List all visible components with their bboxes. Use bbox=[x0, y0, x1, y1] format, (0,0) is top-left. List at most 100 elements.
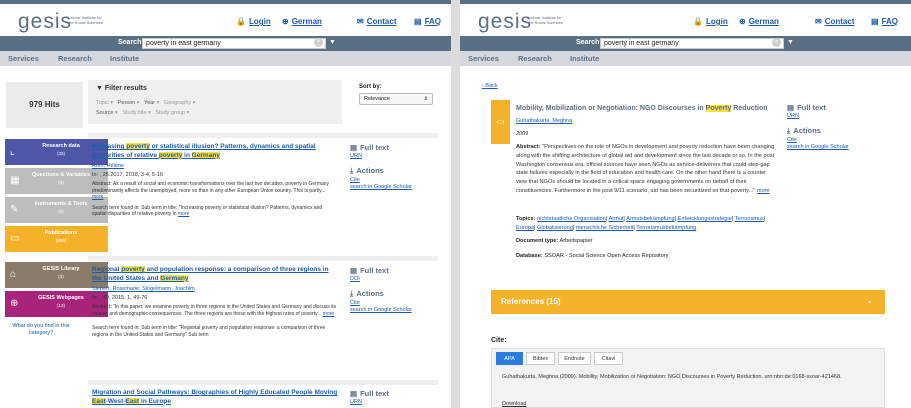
clear-search-icon[interactable]: × bbox=[772, 38, 781, 47]
urn-link[interactable]: URN bbox=[350, 153, 435, 159]
tab-bibtex[interactable]: Bibtex bbox=[526, 352, 555, 365]
result-title[interactable]: Migration and Social Pathways: Biographi… bbox=[92, 389, 338, 406]
search-input[interactable]: poverty in east germany bbox=[600, 38, 784, 49]
lock-icon: 🔒 bbox=[236, 17, 246, 26]
filter-source[interactable]: Source bbox=[96, 110, 113, 116]
filter-panel: ▼ Filter results Topic ▾ Person ▾ Year ▾… bbox=[88, 80, 342, 124]
menu-services[interactable]: Services bbox=[8, 54, 39, 63]
full-text-heading: ▤ Full text bbox=[350, 266, 389, 275]
download-icon: ⤓ bbox=[787, 126, 791, 135]
document-icon: ▤ bbox=[350, 389, 358, 398]
result-item: Regional poverty and population response… bbox=[92, 266, 338, 338]
login-link[interactable]: 🔒 Login bbox=[693, 17, 728, 26]
sort-select[interactable]: Relevance ⇕ bbox=[359, 93, 433, 105]
login-link[interactable]: 🔒 Login bbox=[236, 17, 271, 26]
search-input[interactable]: poverty in east germany bbox=[142, 38, 326, 49]
result-separator bbox=[88, 133, 438, 138]
contact-label: Contact bbox=[824, 17, 855, 26]
cite-box: APA Bibtex Endnote Citavi Guhathakurta, … bbox=[491, 348, 885, 408]
detail-side-inner: ▤ Full text URN ⤓ Actions Cite search in G… bbox=[787, 103, 887, 150]
urn-link[interactable]: URN bbox=[787, 113, 887, 119]
faq-link[interactable]: ▤ FAQ bbox=[871, 17, 898, 26]
category-publications[interactable]: ▭ Publications (909) bbox=[5, 226, 108, 252]
actions-heading: ⤓ Actions bbox=[350, 289, 384, 298]
download-link[interactable]: Download bbox=[502, 401, 526, 407]
topic-link[interactable]: Entwicklungsstrategie bbox=[678, 216, 732, 222]
menu-institute[interactable]: Institute bbox=[570, 54, 599, 63]
more-link[interactable]: more bbox=[178, 211, 189, 217]
filter-title[interactable]: ▼ Filter results bbox=[96, 85, 147, 92]
category-count: (3) bbox=[58, 274, 64, 279]
topic-link[interactable]: Globalisierung bbox=[537, 225, 573, 231]
google-scholar-link[interactable]: search in Google Scholar bbox=[787, 144, 887, 150]
urn-link[interactable]: URN bbox=[350, 399, 435, 405]
clear-search-icon[interactable]: × bbox=[314, 38, 323, 47]
filter-study-group[interactable]: Study group bbox=[155, 110, 185, 116]
publication-icon: ▭ bbox=[10, 233, 20, 244]
cite-link[interactable]: Cite bbox=[787, 137, 887, 143]
topic-link[interactable]: Armutsbekämpfung bbox=[626, 216, 675, 222]
what-do-you-find-link[interactable]: What do you find in this category? bbox=[10, 323, 72, 337]
google-scholar-link[interactable]: search in Google Scholar bbox=[350, 307, 435, 313]
detail-abstract: Abstract: "Perspectives on the role of N… bbox=[516, 144, 775, 194]
filter-year[interactable]: Year bbox=[144, 100, 155, 106]
faq-link[interactable]: ▤ FAQ bbox=[414, 17, 441, 26]
filter-study-title[interactable]: Study title bbox=[122, 110, 146, 116]
login-label: Login bbox=[248, 17, 271, 26]
filter-row-1: Topic ▾ Person ▾ Year ▾ Geography ▾ bbox=[96, 100, 196, 106]
more-link[interactable]: more bbox=[323, 311, 334, 317]
search-scope-dropdown[interactable]: ▼ bbox=[787, 39, 794, 46]
result-authors[interactable]: Roth, Hélène bbox=[92, 163, 338, 169]
result-found-in: Search term found in: Sub term in title:… bbox=[92, 204, 323, 218]
result-title[interactable]: Increasing poverty or statistical illusi… bbox=[92, 143, 338, 160]
cite-label: Cite: bbox=[491, 337, 507, 344]
topic-link[interactable]: Europa bbox=[516, 225, 534, 231]
menu-services[interactable]: Services bbox=[468, 54, 499, 63]
cite-link[interactable]: Cite bbox=[350, 300, 435, 306]
more-link[interactable]: more bbox=[92, 194, 103, 200]
result-abstract: Abstract: "In this paper, we examine pov… bbox=[92, 304, 337, 317]
tab-citavi[interactable]: Citavi bbox=[594, 352, 623, 365]
topic-link[interactable]: nichtstaatliche Organisation bbox=[537, 216, 606, 222]
book-icon: ▤ bbox=[414, 17, 422, 26]
topic-link[interactable]: Terrorismus bbox=[735, 216, 764, 222]
menu-research[interactable]: Research bbox=[518, 54, 552, 63]
detail-author[interactable]: Guhathakurta, Meghna bbox=[516, 118, 572, 124]
search-bar: Search poverty in east germany × ▼ bbox=[0, 36, 451, 51]
document-type: Document type: Arbeitspapier bbox=[516, 238, 593, 244]
result-found-in: Search term found in: Sub term in title:… bbox=[92, 325, 326, 338]
language-link[interactable]: ⊕ German bbox=[739, 17, 779, 26]
cite-link[interactable]: Cite bbox=[350, 177, 435, 183]
menu-institute[interactable]: Institute bbox=[110, 54, 139, 63]
filter-person[interactable]: Person bbox=[118, 100, 135, 106]
filter-geography[interactable]: Geography bbox=[164, 100, 191, 106]
detail-year: 2009 bbox=[516, 131, 529, 137]
tab-apa[interactable]: APA bbox=[496, 352, 523, 365]
topic-link[interactable]: Terrorismusbekämpfung bbox=[636, 225, 696, 231]
back-link[interactable]: ‹ Back bbox=[482, 83, 498, 89]
actions-heading: ⤓ Actions bbox=[787, 126, 821, 135]
google-scholar-link[interactable]: search in Google Scholar bbox=[350, 184, 435, 190]
language-link[interactable]: ⊕ German bbox=[282, 17, 322, 26]
more-link[interactable]: more bbox=[757, 188, 770, 194]
topic-link[interactable]: Armut bbox=[608, 216, 623, 222]
gesis-logo[interactable]: gesis bbox=[478, 10, 532, 34]
faq-label: FAQ bbox=[424, 17, 442, 26]
references-accordion[interactable]: References (15) ⌄ bbox=[491, 290, 885, 314]
result-side-actions: ▤ Full text URN bbox=[350, 389, 435, 405]
topic-link[interactable]: menschliche Sicherheit bbox=[576, 225, 634, 231]
result-title[interactable]: Regional poverty and population response… bbox=[92, 266, 338, 283]
globe-icon: ⊕ bbox=[739, 17, 746, 26]
menu-research[interactable]: Research bbox=[58, 54, 92, 63]
filter-topic[interactable]: Topic bbox=[96, 100, 109, 106]
detail-topics: Topics: nichtstaatliche Organisation| Ar… bbox=[516, 216, 766, 231]
search-scope-dropdown[interactable]: ▼ bbox=[329, 39, 336, 46]
gesis-logo[interactable]: gesis bbox=[18, 10, 72, 34]
doi-link[interactable]: DOI bbox=[350, 276, 435, 282]
document-icon: ▤ bbox=[787, 103, 795, 112]
tab-endnote[interactable]: Endnote bbox=[558, 352, 591, 365]
full-text-heading: ▤ Full text bbox=[787, 103, 826, 112]
contact-link[interactable]: ✉ Contact bbox=[815, 17, 854, 26]
contact-link[interactable]: ✉ Contact bbox=[357, 17, 396, 26]
result-authors[interactable]: Siebert, Rosemarie; Singelmann, Joachim bbox=[92, 286, 338, 292]
